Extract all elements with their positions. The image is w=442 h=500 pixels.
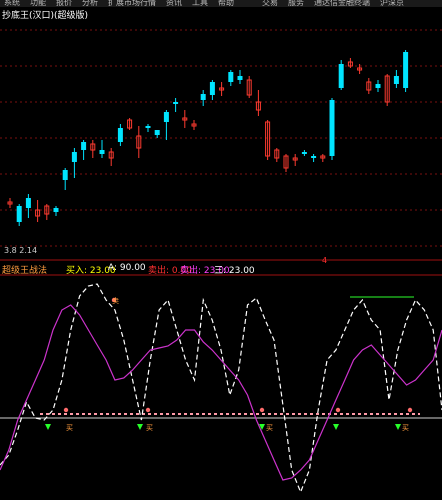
buy-arrow-4 [395, 424, 401, 430]
candle-body-8 [81, 142, 87, 150]
buy-arrow-0 [45, 424, 51, 430]
candle-body-43 [403, 52, 409, 88]
annotation-2: 买 [146, 424, 153, 432]
candle-body-33 [311, 156, 317, 158]
signal-dot-1 [145, 407, 151, 413]
indicator-series-0 [0, 283, 442, 494]
indicator-value-1: A: 90.00 [108, 263, 146, 273]
candle-body-21 [200, 94, 206, 100]
candle-body-18 [173, 102, 179, 104]
candle-body-36 [338, 64, 344, 88]
candle-body-5 [53, 208, 59, 212]
indicator-value-4: 三: 23.00 [214, 266, 255, 276]
candle-body-25 [237, 76, 243, 80]
signal-dot-4 [407, 407, 413, 413]
candle-body-15 [145, 126, 151, 128]
annotation-1: 买 [66, 424, 73, 432]
candle-body-7 [71, 152, 77, 162]
candle-body-24 [228, 72, 234, 82]
candle-body-2 [25, 198, 31, 208]
signal-dot-2 [259, 407, 265, 413]
buy-arrow-3 [333, 424, 339, 430]
candle-body-32 [301, 152, 307, 154]
indicator-series-1 [0, 304, 442, 481]
main-panel-bottom-label: 3.8 2.14 [4, 246, 38, 255]
candle-body-1 [16, 206, 22, 222]
signal-dot-3 [335, 407, 341, 413]
annotation-0: 卖 [112, 297, 119, 305]
candle-body-16 [154, 130, 160, 135]
buy-arrow-1 [137, 424, 143, 430]
indicator-title: 超级王战法 [2, 266, 48, 276]
candle-body-10 [99, 150, 105, 154]
chart-canvas: 卖买 买 买 买 [0, 29, 442, 494]
main-panel-bottom-marker: 4 [322, 256, 328, 265]
candle-body-6 [62, 170, 68, 180]
annotation-4: 买 [402, 424, 409, 432]
candle-body-12 [117, 128, 123, 142]
annotation-3: 买 [266, 424, 273, 432]
candle-body-42 [393, 76, 399, 84]
candle-body-22 [209, 82, 215, 95]
signal-dot-0 [63, 407, 69, 413]
candle-body-35 [329, 100, 335, 156]
main-panel-title: 抄底王(汉口)(超级版) [2, 11, 89, 21]
candle-body-17 [163, 112, 169, 122]
candle-body-40 [375, 84, 381, 88]
